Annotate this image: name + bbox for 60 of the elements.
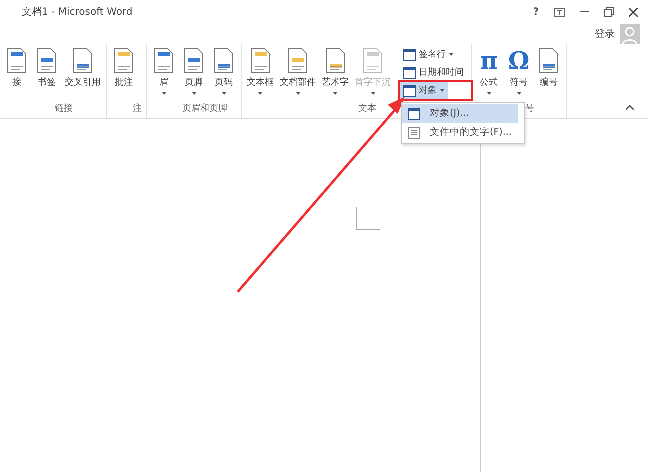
ribbon-button[interactable]: 日期和时间 (400, 64, 467, 81)
page-icon (6, 48, 28, 74)
group-label: 文本 (358, 102, 376, 116)
close-icon[interactable] (629, 8, 638, 16)
caret-icon (370, 92, 376, 95)
window-icon (403, 84, 416, 96)
help-button[interactable]: ? (533, 6, 539, 18)
ribbon-button[interactable]: 眉 (151, 46, 177, 102)
ribbon-button[interactable]: 页脚 (181, 46, 207, 102)
group-label: 链接 (54, 102, 73, 116)
ribbon-button[interactable]: 批注 (111, 46, 137, 102)
sign-in-link[interactable]: 登录 (595, 27, 615, 41)
page-icon (36, 48, 58, 74)
group-label: 注 (132, 102, 142, 116)
ribbon-button[interactable]: 书签 (34, 46, 60, 102)
window-icon (403, 66, 416, 78)
caret-icon (162, 92, 166, 95)
caret-icon (333, 92, 338, 95)
ribbon-button[interactable]: π 公式 (476, 46, 502, 102)
page-icon (113, 48, 135, 74)
ribbon-button[interactable]: 交叉引用 (64, 46, 102, 102)
page-icon (213, 48, 235, 74)
ribbon-button[interactable]: 文本框 (246, 46, 275, 102)
ribbon-button[interactable]: 文档部件 (279, 46, 317, 102)
caret-icon (516, 92, 522, 95)
ribbon-display-icon[interactable] (554, 8, 565, 16)
group-label: 号 (524, 103, 534, 116)
group-label: 页眉和页脚 (182, 102, 228, 116)
caret-icon (192, 92, 196, 95)
caret-icon (296, 92, 300, 95)
menu-item[interactable]: 文件中的文字(F)... (402, 123, 518, 142)
ribbon-button[interactable]: 编号 (536, 46, 562, 102)
page-icon (362, 48, 384, 74)
window-icon (408, 108, 420, 120)
ribbon-button[interactable]: 艺术字 (321, 46, 350, 102)
page-icon (324, 48, 346, 74)
page-icon (287, 48, 309, 74)
page-icon (183, 48, 205, 74)
ribbon-button[interactable]: 签名行 (400, 46, 457, 63)
menu-item[interactable]: 对象(J)... (402, 104, 518, 123)
page-icon (72, 48, 94, 74)
page-icon (153, 48, 175, 74)
ribbon-button[interactable]: 对象 (400, 82, 448, 99)
caret-icon (486, 92, 492, 95)
page-icon (538, 48, 560, 74)
window-icon (403, 48, 416, 60)
ribbon-button[interactable]: 接 (4, 46, 30, 102)
caret-icon (440, 89, 445, 92)
caret-icon (449, 53, 454, 56)
window-title: 文档1 - Microsoft Word (22, 6, 133, 19)
document-icon (408, 126, 420, 138)
caret-icon (222, 92, 226, 95)
margin-corner-mark (356, 207, 380, 231)
ribbon-button[interactable]: 页码 (211, 46, 237, 102)
page-icon (250, 48, 272, 74)
minimize-icon[interactable] (580, 11, 589, 13)
ribbon-button[interactable]: Ω 符号 (506, 46, 532, 102)
caret-icon (258, 92, 263, 95)
collapse-ribbon-icon[interactable] (626, 105, 634, 110)
restore-icon[interactable] (604, 7, 614, 17)
